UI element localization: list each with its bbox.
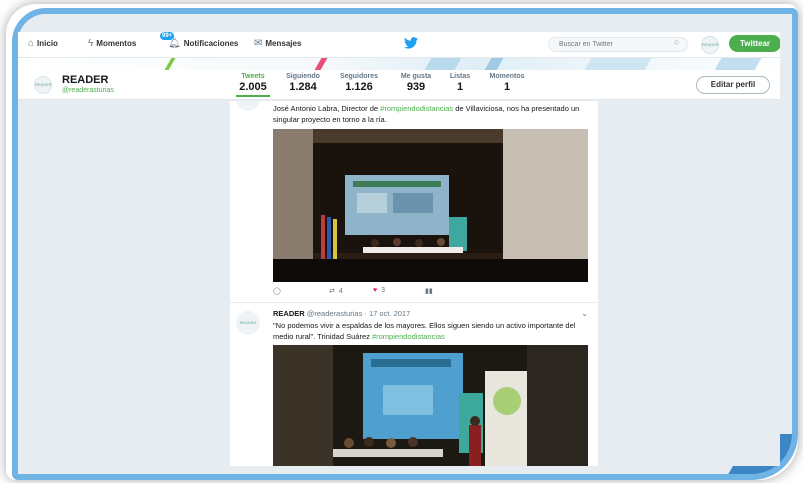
nav-home-label: Inicio bbox=[37, 39, 58, 48]
analytics-action[interactable]: ▮▮ bbox=[425, 287, 433, 295]
bell-icon: 🔔︎ 99+ bbox=[160, 32, 181, 49]
stat-moments[interactable]: Momentos 1 bbox=[486, 73, 528, 93]
twitter-screen: ⌂ Inicio ϟ Momentos 🔔︎ 99+ Notificaciones… bbox=[18, 32, 780, 466]
tweet-actions: ◯ ⇄ 4 ♥ 3 ▮▮ bbox=[273, 287, 473, 299]
banner-stripe bbox=[714, 58, 762, 70]
tweet-text-part: José Antonio Labra, Director de bbox=[273, 104, 381, 113]
nav-avatar[interactable]: READER bbox=[701, 36, 719, 54]
conference-photo-2 bbox=[273, 345, 588, 466]
stat-value: 1 bbox=[456, 81, 464, 93]
retweet-count: 4 bbox=[338, 287, 343, 295]
nav-messages-label: Mensajes bbox=[265, 39, 302, 48]
banner-stripe bbox=[584, 58, 652, 70]
home-icon: ⌂ bbox=[28, 38, 35, 49]
profile-nav-bar: READER READER @readerasturias Tweets 2.0… bbox=[18, 70, 780, 100]
tweet[interactable]: José Antonio Labra, Director de #rompien… bbox=[230, 101, 598, 301]
tweet-handle-date[interactable]: @readerasturias · 17 oct. 2017 bbox=[307, 309, 411, 318]
stat-label: Seguidores bbox=[339, 73, 379, 80]
nav-notifications[interactable]: 🔔︎ 99+ Notificaciones bbox=[160, 32, 239, 49]
nav-moments-label: Momentos bbox=[96, 39, 137, 48]
tweet-photo[interactable] bbox=[273, 345, 588, 466]
profile-avatar[interactable]: READER bbox=[34, 76, 52, 94]
notifications-badge: 99+ bbox=[160, 32, 175, 40]
stat-value: 1 bbox=[503, 81, 511, 93]
stat-followers[interactable]: Seguidores 1.126 bbox=[336, 73, 382, 93]
stat-value: 939 bbox=[406, 81, 426, 93]
retweet-icon: ⇄ bbox=[329, 288, 335, 295]
analytics-icon: ▮▮ bbox=[425, 288, 433, 295]
profile-name[interactable]: READER bbox=[62, 74, 108, 86]
edit-profile-button[interactable]: Editar perfil bbox=[696, 76, 770, 94]
tweet-text: "No podemos vivir a espaldas de los mayo… bbox=[273, 320, 588, 342]
stat-value: 2.005 bbox=[239, 81, 267, 93]
stat-lists[interactable]: Listas 1 bbox=[446, 73, 474, 93]
top-navigation: ⌂ Inicio ϟ Momentos 🔔︎ 99+ Notificaciones… bbox=[18, 32, 780, 58]
like-action[interactable]: ♥ 3 bbox=[373, 287, 385, 294]
hashtag-link[interactable]: #rompiendodistancias bbox=[372, 332, 445, 341]
stat-likes[interactable]: Me gusta 939 bbox=[396, 73, 436, 93]
reply-icon: ◯ bbox=[273, 288, 281, 295]
stat-value: 1.284 bbox=[289, 81, 317, 93]
hashtag-link[interactable]: #rompiendodistancias bbox=[380, 104, 453, 113]
nav-notifications-label: Notificaciones bbox=[183, 39, 239, 48]
tweet-photo[interactable] bbox=[273, 129, 588, 282]
tweet-avatar[interactable] bbox=[236, 101, 260, 111]
envelope-icon: ✉ bbox=[254, 38, 263, 49]
stat-label: Listas bbox=[449, 73, 471, 80]
stat-tweets[interactable]: Tweets 2.005 bbox=[236, 73, 270, 97]
profile-banner bbox=[18, 58, 780, 70]
stat-label: Momentos bbox=[489, 73, 525, 80]
nav-moments[interactable]: ϟ Momentos bbox=[88, 38, 136, 49]
search-icon[interactable]: ○ bbox=[674, 37, 679, 47]
tweet-text: José Antonio Labra, Director de #rompien… bbox=[273, 103, 588, 125]
tweet-author[interactable]: READER bbox=[273, 309, 305, 318]
profile-handle[interactable]: @readerasturias bbox=[62, 87, 114, 94]
nav-messages[interactable]: ✉ Mensajes bbox=[254, 38, 301, 49]
tweet-avatar[interactable]: READER bbox=[236, 311, 260, 335]
conference-photo-1 bbox=[273, 129, 588, 282]
search-input[interactable] bbox=[548, 37, 688, 52]
reply-action[interactable]: ◯ bbox=[273, 287, 281, 295]
timeline: José Antonio Labra, Director de #rompien… bbox=[230, 101, 598, 466]
stat-label: Siguiendo bbox=[286, 73, 320, 80]
stat-value: 1.126 bbox=[345, 81, 373, 93]
stat-label: Tweets bbox=[241, 73, 265, 80]
tweet[interactable]: READER READER @readerasturias · 17 oct. … bbox=[230, 305, 598, 466]
heart-icon: ♥ bbox=[373, 287, 378, 294]
tweet-button[interactable]: Twittear bbox=[729, 35, 780, 52]
nav-home[interactable]: ⌂ Inicio bbox=[28, 38, 58, 49]
chevron-down-icon[interactable]: ⌄ bbox=[581, 309, 588, 318]
lightning-icon: ϟ bbox=[88, 38, 94, 49]
tweet-header: READER @readerasturias · 17 oct. 2017 bbox=[273, 309, 410, 318]
tweet-divider bbox=[230, 302, 598, 303]
twitter-bird-icon[interactable] bbox=[404, 37, 418, 49]
like-count: 3 bbox=[381, 287, 386, 294]
retweet-action[interactable]: ⇄ 4 bbox=[329, 287, 343, 296]
stat-label: Me gusta bbox=[400, 73, 432, 80]
stat-following[interactable]: Siguiendo 1.284 bbox=[282, 73, 324, 93]
